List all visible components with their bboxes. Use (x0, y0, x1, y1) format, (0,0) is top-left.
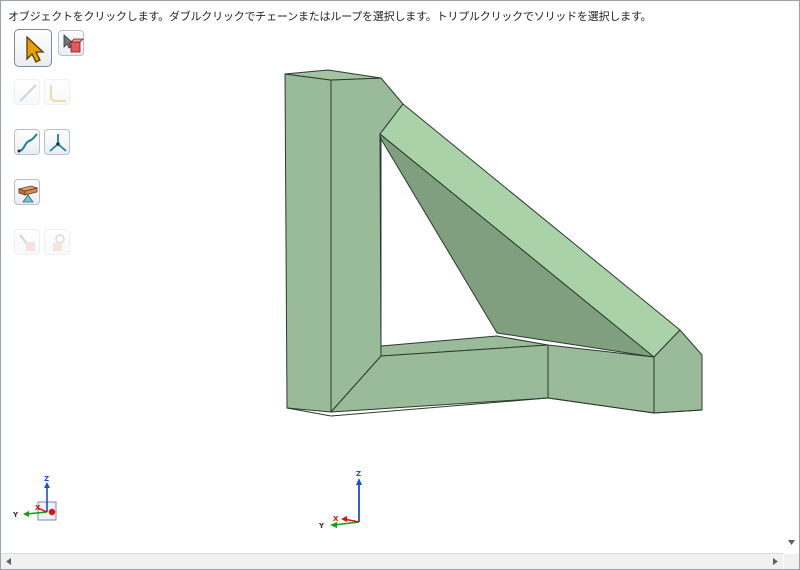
triad-y-label: Y (12, 511, 19, 519)
base-side-face (547, 344, 655, 414)
scroll-left-arrow-icon[interactable] (4, 557, 13, 566)
origin-z-label: Z (356, 470, 361, 478)
column-front-face (284, 73, 332, 413)
model-view[interactable] (0, 0, 800, 570)
triangular-bracket[interactable] (284, 69, 703, 417)
scroll-down-arrow-icon[interactable] (787, 538, 796, 547)
origin-y-label: Y (318, 522, 325, 530)
triad-x-label: X (35, 504, 41, 512)
horizontal-scrollbar[interactable] (1, 553, 783, 569)
view-cube-triad[interactable]: Z Y X (10, 474, 70, 534)
origin-triad: Z Y X (318, 470, 362, 530)
origin-x-label: X (333, 515, 339, 523)
scrollbar-corner (784, 554, 799, 569)
triad-z-label: Z (44, 475, 49, 483)
vertical-scrollbar[interactable] (784, 1, 799, 553)
scroll-right-arrow-icon[interactable] (771, 557, 780, 566)
